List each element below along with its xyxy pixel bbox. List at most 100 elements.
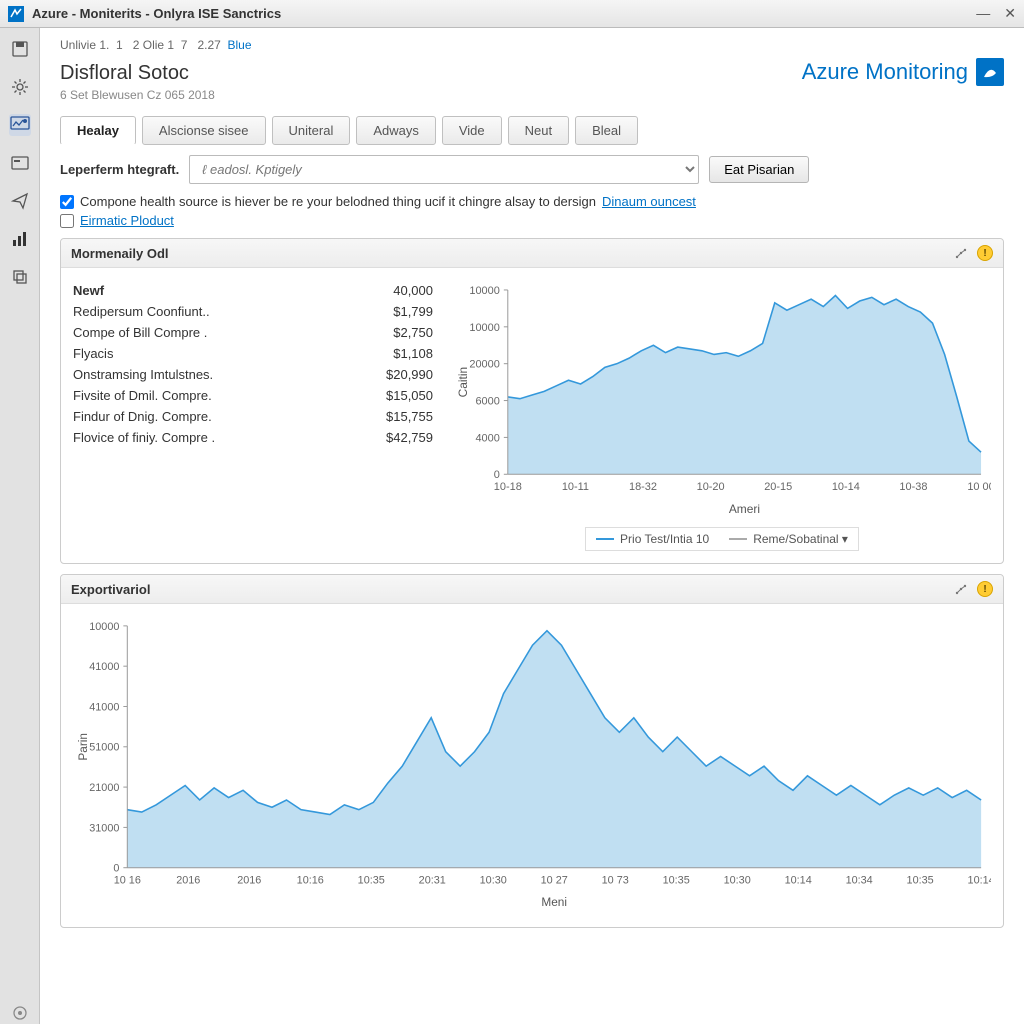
app-icon	[8, 6, 24, 22]
window-title: Azure - Moniterits - Onlyra ISE Sanctric…	[32, 6, 976, 21]
tab-uniteral[interactable]: Uniteral	[272, 116, 351, 145]
svg-text:41000: 41000	[89, 702, 119, 714]
svg-text:10:35: 10:35	[907, 875, 934, 887]
panel2-config-icon[interactable]	[953, 581, 969, 597]
tabs: HealayAlscionse siseeUniteralAdwaysVideN…	[60, 116, 1004, 145]
metric-row: Findur of Dnig. Compre.$15,755	[73, 406, 433, 427]
svg-text:51000: 51000	[89, 742, 119, 754]
metric-row: Fivsite of Dmil. Compre.$15,050	[73, 385, 433, 406]
panel-exportivariol: Exportivariol ! 0 31000 21000 51000 41000 410…	[60, 574, 1004, 928]
metric-row: Redipersum Coonfiunt..$1,799	[73, 301, 433, 322]
brand-badge-icon	[976, 58, 1004, 86]
crumb-seg[interactable]: Unlivie 1.	[60, 38, 109, 52]
minimize-button[interactable]: —	[976, 5, 990, 22]
page-subtitle: 6 Set Blewusen Cz 065 2018	[60, 88, 1004, 102]
left-rail	[0, 28, 40, 1024]
svg-text:4000: 4000	[475, 432, 499, 444]
tab-healay[interactable]: Healay	[60, 116, 136, 145]
rail-save-icon[interactable]	[9, 38, 31, 60]
svg-text:0: 0	[113, 863, 119, 875]
legend-item[interactable]: Reme/Sobatinal ▾	[729, 532, 848, 546]
titlebar: Azure - Moniterits - Onlyra ISE Sanctric…	[0, 0, 1024, 28]
svg-text:10000: 10000	[469, 322, 499, 334]
link-dinaum[interactable]: Dinaum ouncest	[602, 194, 696, 209]
link-eirmatic[interactable]: Eirmatic Ploduct	[80, 213, 174, 228]
svg-text:20000: 20000	[469, 359, 499, 371]
panel-mormenaily: Mormenaily Odl ! Newf40,000Redipersum Co…	[60, 238, 1004, 564]
svg-text:Caitin: Caitin	[456, 367, 470, 398]
breadcrumb: Unlivie 1. 1 2 Olie 1 7 2.27 Blue	[60, 38, 1004, 52]
rail-chart-icon[interactable]	[9, 228, 31, 250]
svg-text:20-15: 20-15	[764, 481, 792, 493]
legend-item[interactable]: Prio Test/Intia 10	[596, 532, 709, 546]
svg-text:10-14: 10-14	[832, 481, 860, 493]
checkbox-compone[interactable]	[60, 195, 74, 209]
svg-text:10 27: 10 27	[541, 875, 568, 887]
content-area: Unlivie 1. 1 2 Olie 1 7 2.27 Blue Disflo…	[40, 28, 1024, 1024]
tab-alscionse-sisee[interactable]: Alscionse sisee	[142, 116, 266, 145]
check-text: Compone health source is hiever be re yo…	[80, 194, 596, 209]
svg-text:2016: 2016	[176, 875, 200, 887]
svg-text:10:30: 10:30	[724, 875, 751, 887]
page-title: Disfloral Sotoc	[60, 62, 189, 85]
panel1-title: Mormenaily Odl	[71, 246, 169, 261]
panel2-title: Exportivariol	[71, 582, 150, 597]
svg-text:10-20: 10-20	[697, 481, 725, 493]
tab-neut[interactable]: Neut	[508, 116, 569, 145]
crumb-seg[interactable]: 1	[116, 38, 123, 52]
svg-text:2016: 2016	[237, 875, 261, 887]
rail-monitor-icon[interactable]	[9, 114, 31, 136]
rail-card-icon[interactable]	[9, 152, 31, 174]
svg-text:Ameri: Ameri	[729, 502, 760, 516]
svg-text:10 16: 10 16	[114, 875, 141, 887]
svg-text:10:16: 10:16	[297, 875, 324, 887]
metric-row: Flyacis$1,108	[73, 343, 433, 364]
metric-row: Newf40,000	[73, 280, 433, 301]
panel1-config-icon[interactable]	[953, 245, 969, 261]
crumb-seg[interactable]: 2 Olie 1	[133, 38, 174, 52]
filter-action-button[interactable]: Eat Pisarian	[709, 156, 809, 183]
svg-text:10:14: 10:14	[785, 875, 812, 887]
svg-text:10:14: 10:14	[968, 875, 991, 887]
rail-copy-icon[interactable]	[9, 266, 31, 288]
svg-text:10-11: 10-11	[562, 481, 589, 493]
chart1-legend: Prio Test/Intia 10 Reme/Sobatinal ▾	[585, 527, 859, 551]
svg-text:0: 0	[494, 469, 500, 481]
rail-send-icon[interactable]	[9, 190, 31, 212]
svg-text:20:31: 20:31	[419, 875, 446, 887]
svg-text:21000: 21000	[89, 782, 119, 794]
svg-text:10 73: 10 73	[602, 875, 629, 887]
svg-text:10:35: 10:35	[663, 875, 690, 887]
metric-row: Compe of Bill Compre .$2,750	[73, 322, 433, 343]
svg-text:10000: 10000	[89, 621, 119, 633]
svg-text:10:30: 10:30	[480, 875, 507, 887]
filter-label: Leperferm htegraft.	[60, 162, 179, 177]
svg-text:10:35: 10:35	[358, 875, 385, 887]
brand-label: Azure Monitoring	[802, 58, 1004, 86]
svg-text:31000: 31000	[89, 822, 119, 834]
metrics-table: Newf40,000Redipersum Coonfiunt..$1,799Co…	[73, 280, 433, 551]
tab-vide[interactable]: Vide	[442, 116, 502, 145]
checkbox-eirmatic[interactable]	[60, 214, 74, 228]
rail-gear-icon[interactable]	[9, 76, 31, 98]
crumb-seg-link[interactable]: Blue	[228, 38, 252, 52]
svg-text:6000: 6000	[475, 396, 499, 408]
svg-text:10:34: 10:34	[846, 875, 873, 887]
filter-select[interactable]: ℓ eadosl. Kptigely	[189, 155, 699, 184]
rail-settings-bottom-icon[interactable]	[9, 1002, 31, 1024]
svg-text:10-38: 10-38	[899, 481, 927, 493]
svg-text:Meni: Meni	[541, 895, 567, 909]
panel1-alert-icon[interactable]: !	[977, 245, 993, 261]
chart2-area: 0 31000 21000 51000 41000 41000 10000 10 16 2016…	[73, 616, 991, 912]
crumb-seg[interactable]: 2.27	[197, 38, 220, 52]
svg-text:41000: 41000	[89, 661, 119, 673]
svg-text:Parin: Parin	[76, 733, 90, 761]
tab-adways[interactable]: Adways	[356, 116, 436, 145]
tab-bleal[interactable]: Bleal	[575, 116, 638, 145]
close-button[interactable]: ✕	[1004, 5, 1016, 22]
brand-text: Azure Monitoring	[802, 59, 968, 85]
chart1-area: 04000600020000100001000010-1810-1118-321…	[453, 280, 991, 519]
metric-row: Flovice of finiy. Compre .$42,759	[73, 427, 433, 448]
crumb-seg[interactable]: 7	[181, 38, 188, 52]
panel2-alert-icon[interactable]: !	[977, 581, 993, 597]
